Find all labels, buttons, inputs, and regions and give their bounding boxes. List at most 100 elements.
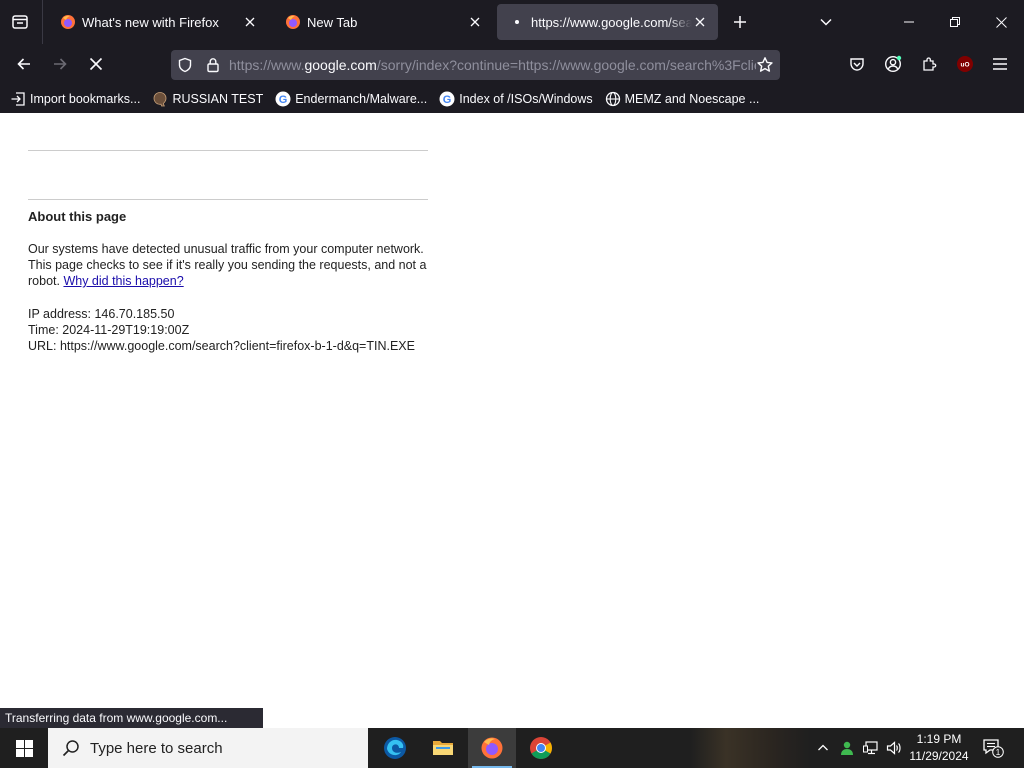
minimize-icon — [904, 21, 914, 23]
restore-button[interactable] — [932, 0, 978, 44]
loading-dot-icon — [515, 20, 519, 24]
tab-title: New Tab — [307, 14, 358, 30]
tab-close-button[interactable] — [692, 14, 708, 30]
tab-google-search[interactable]: https://www.google.com/search?client=fir… — [497, 4, 718, 40]
bookmark-label: Import bookmarks... — [30, 92, 141, 106]
svg-text:uO: uO — [960, 62, 969, 69]
chrome-icon — [530, 737, 552, 759]
volume-button[interactable] — [883, 728, 905, 768]
page-content: About this page Our systems have detecte… — [0, 113, 1024, 728]
minimize-button[interactable] — [886, 0, 932, 44]
show-hidden-icons-button[interactable] — [812, 728, 834, 768]
folder-icon — [433, 741, 453, 755]
tab-new-tab[interactable]: New Tab — [275, 4, 493, 40]
firefox-view-icon — [12, 15, 28, 29]
bookmark-russian-test[interactable]: RUSSIAN TEST — [152, 91, 263, 107]
edge-icon — [384, 737, 406, 759]
url-path: /sorry/index?continue=https://www.google… — [376, 57, 756, 73]
forward-button[interactable] — [44, 50, 76, 78]
menu-button[interactable] — [986, 50, 1014, 78]
account-button[interactable] — [879, 50, 907, 78]
network-button[interactable] — [860, 728, 882, 768]
account-icon — [884, 55, 902, 73]
tab-whats-new[interactable]: What's new with Firefox — [50, 4, 268, 40]
chevron-down-icon — [820, 18, 832, 26]
taskbar-firefox[interactable] — [468, 728, 516, 768]
bookmark-favicon — [154, 92, 167, 107]
ublock-origin-button[interactable]: uO — [951, 50, 979, 78]
google-icon: G — [439, 91, 455, 107]
wallpaper-peek — [690, 728, 810, 768]
firefox-favicon-icon — [286, 15, 300, 29]
request-info: IP address: 146.70.185.50 Time: 2024-11-… — [28, 306, 415, 354]
ip-address: IP address: 146.70.185.50 — [28, 307, 175, 321]
puzzle-icon — [923, 57, 937, 71]
bookmark-import[interactable]: Import bookmarks... — [10, 91, 140, 107]
about-text: Our systems have detected unusual traffi… — [28, 241, 428, 289]
google-icon: G — [275, 91, 291, 107]
tab-title: What's new with Firefox — [82, 14, 219, 30]
navigation-toolbar: https://www.google.com/sorry/index?conti… — [0, 44, 1024, 84]
about-heading: About this page — [28, 209, 127, 224]
network-icon — [863, 741, 878, 755]
chevron-up-icon — [818, 744, 828, 751]
windows-logo-icon — [15, 739, 33, 757]
search-icon — [62, 740, 79, 757]
back-button[interactable] — [8, 50, 40, 78]
taskbar-file-explorer[interactable] — [419, 728, 467, 768]
bookmark-label: MEMZ and Noescape ... — [624, 92, 760, 106]
shield-icon[interactable] — [177, 57, 193, 73]
window-close-button[interactable] — [978, 0, 1024, 44]
time-stamp: Time: 2024-11-29T19:19:00Z — [28, 323, 190, 337]
tab-title: https://www.google.com/search?client=fir… — [531, 14, 692, 30]
star-icon[interactable] — [756, 56, 774, 74]
request-url: URL: https://www.google.com/search?clien… — [28, 339, 415, 353]
action-center-button[interactable]: 1 — [978, 728, 1008, 768]
stop-icon — [89, 57, 103, 71]
arrow-right-icon — [54, 58, 67, 70]
restore-icon — [950, 17, 960, 27]
user-green-icon — [841, 741, 853, 755]
firefox-chrome: What's new with Firefox New Tab https://… — [0, 0, 1024, 113]
divider — [28, 150, 428, 151]
url-text[interactable]: https://www.google.com/sorry/index?conti… — [229, 57, 756, 73]
tab-close-button[interactable] — [242, 14, 258, 30]
clock-time: 1:19 PM — [916, 732, 962, 746]
url-prefix: https://www. — [229, 57, 305, 73]
search-placeholder: Type here to search — [90, 739, 223, 757]
arrow-left-icon — [17, 58, 30, 70]
close-icon — [245, 17, 255, 27]
tab-close-button[interactable] — [467, 14, 483, 30]
notification-count: 1 — [996, 747, 1001, 757]
hamburger-menu-icon — [993, 58, 1007, 70]
taskbar-edge[interactable] — [371, 728, 419, 768]
taskbar-search[interactable]: Type here to search — [48, 728, 368, 768]
stop-button[interactable] — [80, 50, 112, 78]
pocket-button[interactable] — [843, 50, 871, 78]
divider — [28, 199, 428, 200]
taskbar-chrome[interactable] — [517, 728, 565, 768]
firefox-view-button[interactable] — [4, 6, 36, 38]
bookmark-label: RUSSIAN TEST — [172, 92, 264, 106]
lock-icon[interactable] — [205, 57, 221, 73]
speaker-icon — [886, 741, 901, 755]
import-icon — [11, 92, 25, 106]
taskbar: Type here to search 1:19 PM 11/29/2024 1 — [0, 728, 1024, 768]
url-domain: google.com — [304, 57, 377, 73]
bookmark-endermanch[interactable]: G Endermanch/Malware... — [275, 91, 427, 107]
notification-icon: 1 — [983, 739, 1004, 758]
pocket-icon — [850, 58, 864, 71]
close-icon — [695, 17, 705, 27]
new-tab-button[interactable] — [726, 8, 754, 36]
taskbar-clock[interactable]: 1:19 PM 11/29/2024 — [903, 728, 975, 768]
why-did-this-happen-link[interactable]: Why did this happen? — [63, 274, 183, 288]
start-button[interactable] — [0, 728, 48, 768]
list-all-tabs-button[interactable] — [812, 8, 840, 36]
tray-user-app[interactable] — [836, 728, 858, 768]
svg-text:G: G — [443, 94, 452, 106]
bookmark-isos-windows[interactable]: G Index of /ISOs/Windows — [439, 91, 593, 107]
url-bar[interactable]: https://www.google.com/sorry/index?conti… — [171, 50, 780, 80]
globe-icon — [605, 91, 620, 107]
extensions-button[interactable] — [915, 50, 943, 78]
bookmark-memz[interactable]: MEMZ and Noescape ... — [605, 91, 760, 107]
